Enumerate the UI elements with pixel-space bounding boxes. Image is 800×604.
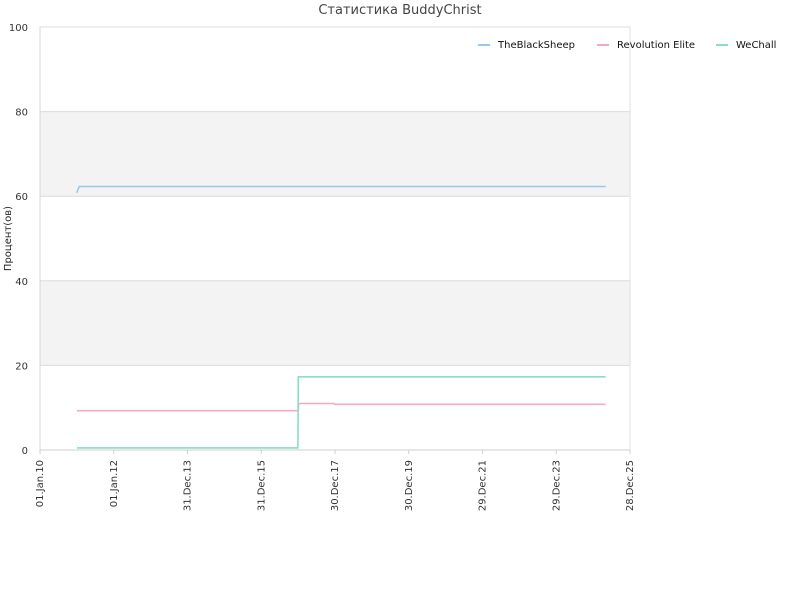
legend-label-0: TheBlackSheep [497, 40, 575, 51]
x-tick-4: 30.Dec.17 [330, 460, 341, 511]
chart: Статистика BuddyChrist 0 20 40 60 80 100 01.J… [0, 0, 800, 600]
legend-label-1: Revolution Elite [617, 40, 695, 51]
band-0 [40, 280, 630, 366]
x-tick-8: 28.Dec.25 [625, 460, 636, 511]
x-tick-3: 31.Dec.15 [256, 460, 267, 511]
chart-svg: 0 20 40 60 80 100 01.Jan.10 01.Jan.12 31.Dec.13… [3, 23, 776, 511]
gridlines [40, 26, 630, 451]
band-1 [40, 111, 630, 197]
x-tick-2: 31.Dec.13 [183, 460, 194, 511]
y-tick-80: 80 [15, 108, 28, 119]
legend: TheBlackSheep Revolution Elite WeChall [478, 40, 776, 51]
legend-label-2: WeChall [736, 40, 776, 51]
background-bands [40, 111, 630, 366]
axes [39, 27, 631, 454]
series-line-1 [76, 402, 606, 412]
chart-title: Статистика BuddyChrist [318, 3, 482, 18]
x-tick-5: 30.Dec.19 [404, 460, 415, 511]
y-tick-20: 20 [15, 361, 28, 372]
y-axis-label: Процент(ов) [3, 206, 14, 271]
x-tick-1: 01.Jan.12 [109, 460, 120, 507]
y-tick-100: 100 [9, 23, 28, 34]
x-tick-7: 29.Dec.23 [551, 460, 562, 511]
series-line-2 [76, 375, 606, 449]
x-tick-6: 29.Dec.21 [478, 460, 489, 511]
y-tick-60: 60 [15, 192, 28, 203]
x-tick-0: 01.Jan.10 [35, 460, 46, 507]
y-tick-0: 0 [22, 446, 28, 457]
x-tick-labels: 01.Jan.10 01.Jan.12 31.Dec.13 31.Dec.15 30.D… [35, 460, 636, 511]
y-tick-40: 40 [15, 277, 28, 288]
